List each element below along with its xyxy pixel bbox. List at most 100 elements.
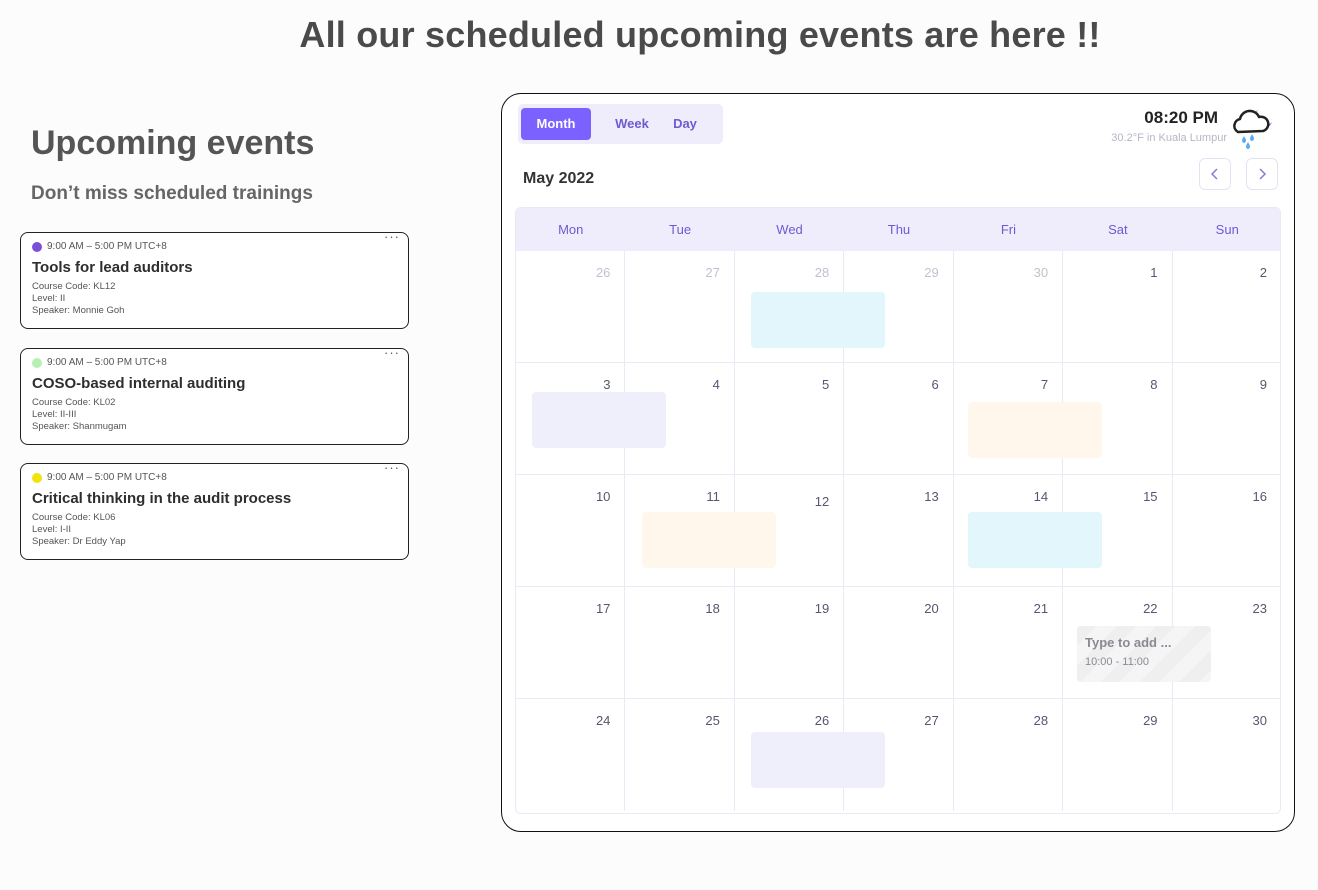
current-time: 08:20 PM	[1144, 108, 1218, 127]
day-number: 5	[822, 377, 830, 392]
view-switcher: Month Week Day	[518, 104, 723, 144]
day-cell[interactable]: 29	[1063, 699, 1173, 811]
event-course-code: Course Code: KL02	[32, 397, 116, 408]
draft-event-title[interactable]: Type to add ...	[1085, 635, 1171, 650]
event-time: 9:00 AM – 5:00 PM UTC+8	[47, 357, 167, 368]
day-cell[interactable]: 10	[516, 475, 626, 586]
section-subtitle: Don’t miss scheduled trainings	[31, 183, 313, 204]
day-cell[interactable]: 1	[1063, 251, 1173, 362]
day-cell[interactable]: 21	[954, 587, 1064, 698]
day-cell[interactable]: 16	[1173, 475, 1280, 586]
previous-month-button[interactable]	[1199, 158, 1231, 190]
day-cell[interactable]: 20	[844, 587, 954, 698]
week-row: 26 27 28 29 30 1 2	[516, 251, 1280, 363]
day-number: 26	[595, 265, 611, 280]
day-number: 9	[1259, 377, 1267, 392]
section-title: Upcoming events	[31, 124, 315, 162]
day-cell[interactable]: 9	[1173, 363, 1280, 474]
event-speaker: Speaker: Monnie Goh	[32, 305, 125, 316]
day-cell[interactable]: 30	[954, 251, 1064, 362]
event-course-code: Course Code: KL12	[32, 281, 116, 292]
weekday-label: Thu	[887, 222, 911, 237]
day-number: 17	[595, 601, 611, 616]
calendar-event-block[interactable]	[968, 402, 1102, 458]
calendar-event-block[interactable]	[968, 512, 1102, 568]
week-row: 17 18 19 20 21 22 23 Type to add ... 10:…	[516, 587, 1280, 699]
day-number: 18	[705, 601, 720, 616]
event-level: Level: II	[32, 293, 66, 304]
day-cell[interactable]: 6	[844, 363, 954, 474]
event-title: COSO-based internal auditing	[32, 375, 246, 392]
day-number: 10	[595, 489, 611, 504]
week-row: 3 4 5 6 7 8 9	[516, 363, 1280, 475]
day-cell[interactable]: 30	[1173, 699, 1280, 811]
main-title: All our scheduled upcoming events are he…	[299, 14, 1101, 55]
event-card[interactable]: 9:00 AM – 5:00 PM UTC+8 ··· Critical thi…	[20, 460, 409, 560]
day-number: 7	[1040, 377, 1049, 392]
day-number: 29	[924, 265, 939, 280]
chevron-right-icon	[1259, 168, 1267, 180]
event-time: 9:00 AM – 5:00 PM UTC+8	[47, 241, 167, 252]
day-number: 21	[1033, 601, 1049, 616]
day-number: 12	[814, 494, 830, 509]
more-options-icon[interactable]: ···	[384, 460, 400, 475]
day-number: 29	[1143, 713, 1158, 728]
calendar-event-block[interactable]	[751, 292, 885, 348]
draft-event-time: 10:00 - 11:00	[1085, 656, 1150, 668]
day-number: 23	[1252, 601, 1267, 616]
day-number: 26	[814, 713, 830, 728]
week-view-button[interactable]: Week	[606, 108, 658, 140]
day-cell[interactable]: 28	[954, 699, 1064, 811]
calendar-event-block[interactable]	[532, 392, 666, 448]
day-cell[interactable]: 19	[735, 587, 845, 698]
day-number: 1	[1150, 265, 1158, 280]
day-cell[interactable]: 5	[735, 363, 845, 474]
day-number: 19	[814, 601, 830, 616]
more-options-icon[interactable]: ···	[384, 345, 400, 360]
day-number: 30	[1033, 265, 1049, 280]
calendar-event-block[interactable]	[751, 732, 885, 788]
event-level: Level: I-II	[32, 524, 72, 535]
event-speaker: Speaker: Dr Eddy Yap	[32, 536, 126, 547]
weather-info: 30.2°F in Kuala Lumpur	[1111, 132, 1227, 144]
weekday-label: Sat	[1108, 222, 1128, 237]
day-number: 15	[1143, 489, 1158, 504]
month-label: May 2022	[523, 170, 595, 187]
day-cell[interactable]: 2	[1173, 251, 1280, 362]
day-number: 27	[924, 713, 939, 728]
event-time: 9:00 AM – 5:00 PM UTC+8	[47, 472, 167, 483]
weekday-label: Wed	[776, 222, 803, 237]
day-cell[interactable]: 27	[625, 251, 735, 362]
day-cell[interactable]: 13	[844, 475, 954, 586]
day-cell[interactable]: 17	[516, 587, 626, 698]
month-view-button[interactable]: Month	[521, 108, 591, 140]
next-month-button[interactable]	[1246, 158, 1278, 190]
day-number: 2	[1259, 265, 1267, 280]
event-color-dot	[32, 357, 42, 368]
day-number: 30	[1252, 713, 1267, 728]
event-card[interactable]: 9:00 AM – 5:00 PM UTC+8 ··· Tools for le…	[20, 229, 409, 329]
day-cell[interactable]: 26	[516, 251, 626, 362]
chevron-left-icon	[1210, 168, 1218, 180]
event-speaker: Speaker: Shanmugam	[32, 421, 127, 432]
day-number: 8	[1150, 377, 1158, 392]
day-cell[interactable]: 18	[625, 587, 735, 698]
day-cell[interactable]: 25	[625, 699, 735, 811]
day-number: 11	[706, 489, 720, 504]
day-cell[interactable]: 24	[516, 699, 626, 811]
week-row: 24 25 26 27 28 29 30	[516, 699, 1280, 811]
weeks: 26 27 28 29 30 1 2 3 4 5 6 7 8 9 10 11 1…	[516, 251, 1280, 811]
day-number: 16	[1252, 489, 1267, 504]
calendar-event-block[interactable]	[642, 512, 776, 568]
event-card[interactable]: 9:00 AM – 5:00 PM UTC+8 ··· COSO-based i…	[20, 345, 409, 445]
event-color-dot	[32, 241, 42, 252]
cloud-rain-moon-icon	[1233, 109, 1272, 150]
more-options-icon[interactable]: ···	[384, 229, 400, 244]
day-number: 27	[705, 265, 720, 280]
weekday-label: Tue	[669, 222, 692, 237]
draft-event-block[interactable]: Type to add ... 10:00 - 11:00	[1077, 626, 1211, 682]
day-view-button[interactable]: Day	[662, 108, 708, 140]
weekday-header: Mon Tue Wed Thu Fri Sat Sun	[516, 208, 1280, 251]
day-number: 24	[595, 713, 611, 728]
event-color-dot	[32, 472, 42, 483]
